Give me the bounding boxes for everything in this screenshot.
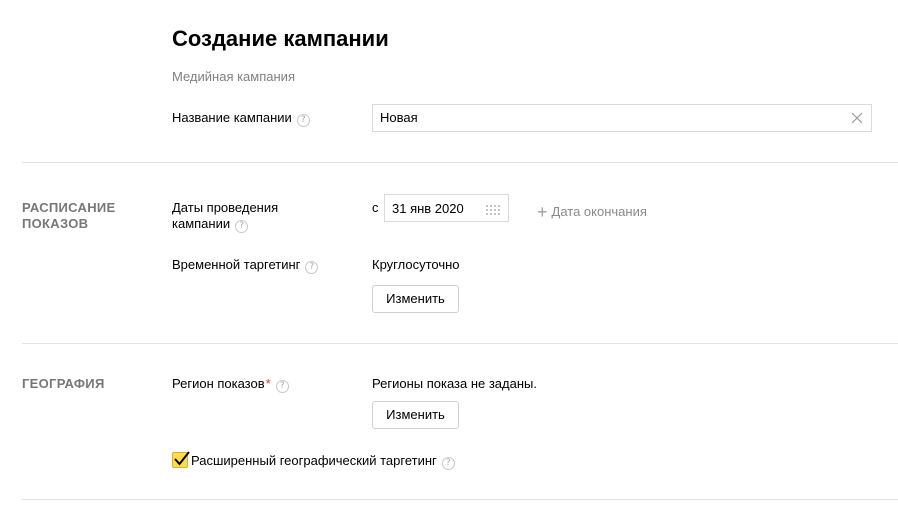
- region-label-text: Регион показов: [172, 376, 265, 391]
- start-date-value: 31 янв 2020: [392, 201, 464, 216]
- calendar-icon[interactable]: [486, 203, 500, 221]
- extended-geo-targeting-label[interactable]: Расширенный географический таргетинг?: [191, 453, 455, 470]
- time-targeting-label: Временной таргетинг?: [172, 257, 319, 274]
- change-region-button[interactable]: Изменить: [372, 401, 459, 429]
- campaign-name-value: Новая: [380, 110, 418, 125]
- page-title: Создание кампании: [172, 26, 389, 51]
- help-icon[interactable]: ?: [275, 380, 289, 393]
- change-time-targeting-button[interactable]: Изменить: [372, 285, 459, 313]
- date-from-prefix: с: [372, 200, 379, 215]
- schedule-section-title: РАСПИСАНИЕ ПОКАЗОВ: [22, 200, 116, 231]
- help-icon[interactable]: ?: [296, 114, 310, 127]
- region-value: Регионы показа не заданы.: [372, 376, 537, 391]
- campaign-dates-label-line2: кампании: [172, 216, 231, 231]
- campaign-dates-label-line1: Даты проведения: [172, 200, 279, 215]
- extended-geo-targeting-label-text: Расширенный географический таргетинг: [191, 453, 437, 468]
- checkmark-icon: [174, 451, 190, 466]
- help-icon[interactable]: ?: [441, 457, 455, 470]
- campaign-name-label-text: Название кампании: [172, 110, 292, 125]
- time-targeting-value: Круглосуточно: [372, 257, 460, 272]
- geography-section-title: ГЕОГРАФИЯ: [22, 376, 105, 391]
- section-divider: [22, 499, 898, 500]
- plus-icon: +: [537, 202, 548, 222]
- help-icon[interactable]: ?: [235, 220, 249, 233]
- region-label: Регион показов*?: [172, 376, 289, 393]
- campaign-name-label: Название кампании?: [172, 110, 310, 127]
- required-mark: *: [265, 376, 271, 391]
- campaign-name-input[interactable]: Новая: [372, 104, 872, 132]
- help-icon[interactable]: ?: [305, 261, 319, 274]
- campaign-dates-label: Даты проведения кампании?: [172, 200, 352, 233]
- section-divider: [22, 162, 898, 163]
- time-targeting-label-text: Временной таргетинг: [172, 257, 301, 272]
- close-icon[interactable]: [851, 111, 863, 124]
- extended-geo-targeting-checkbox[interactable]: [172, 451, 190, 468]
- add-end-date-link[interactable]: + Дата окончания: [537, 200, 647, 222]
- section-divider: [22, 343, 898, 344]
- add-end-date-label: Дата окончания: [551, 204, 647, 219]
- campaign-type-subtitle: Медийная кампания: [172, 69, 295, 84]
- start-date-input[interactable]: 31 янв 2020: [384, 194, 509, 222]
